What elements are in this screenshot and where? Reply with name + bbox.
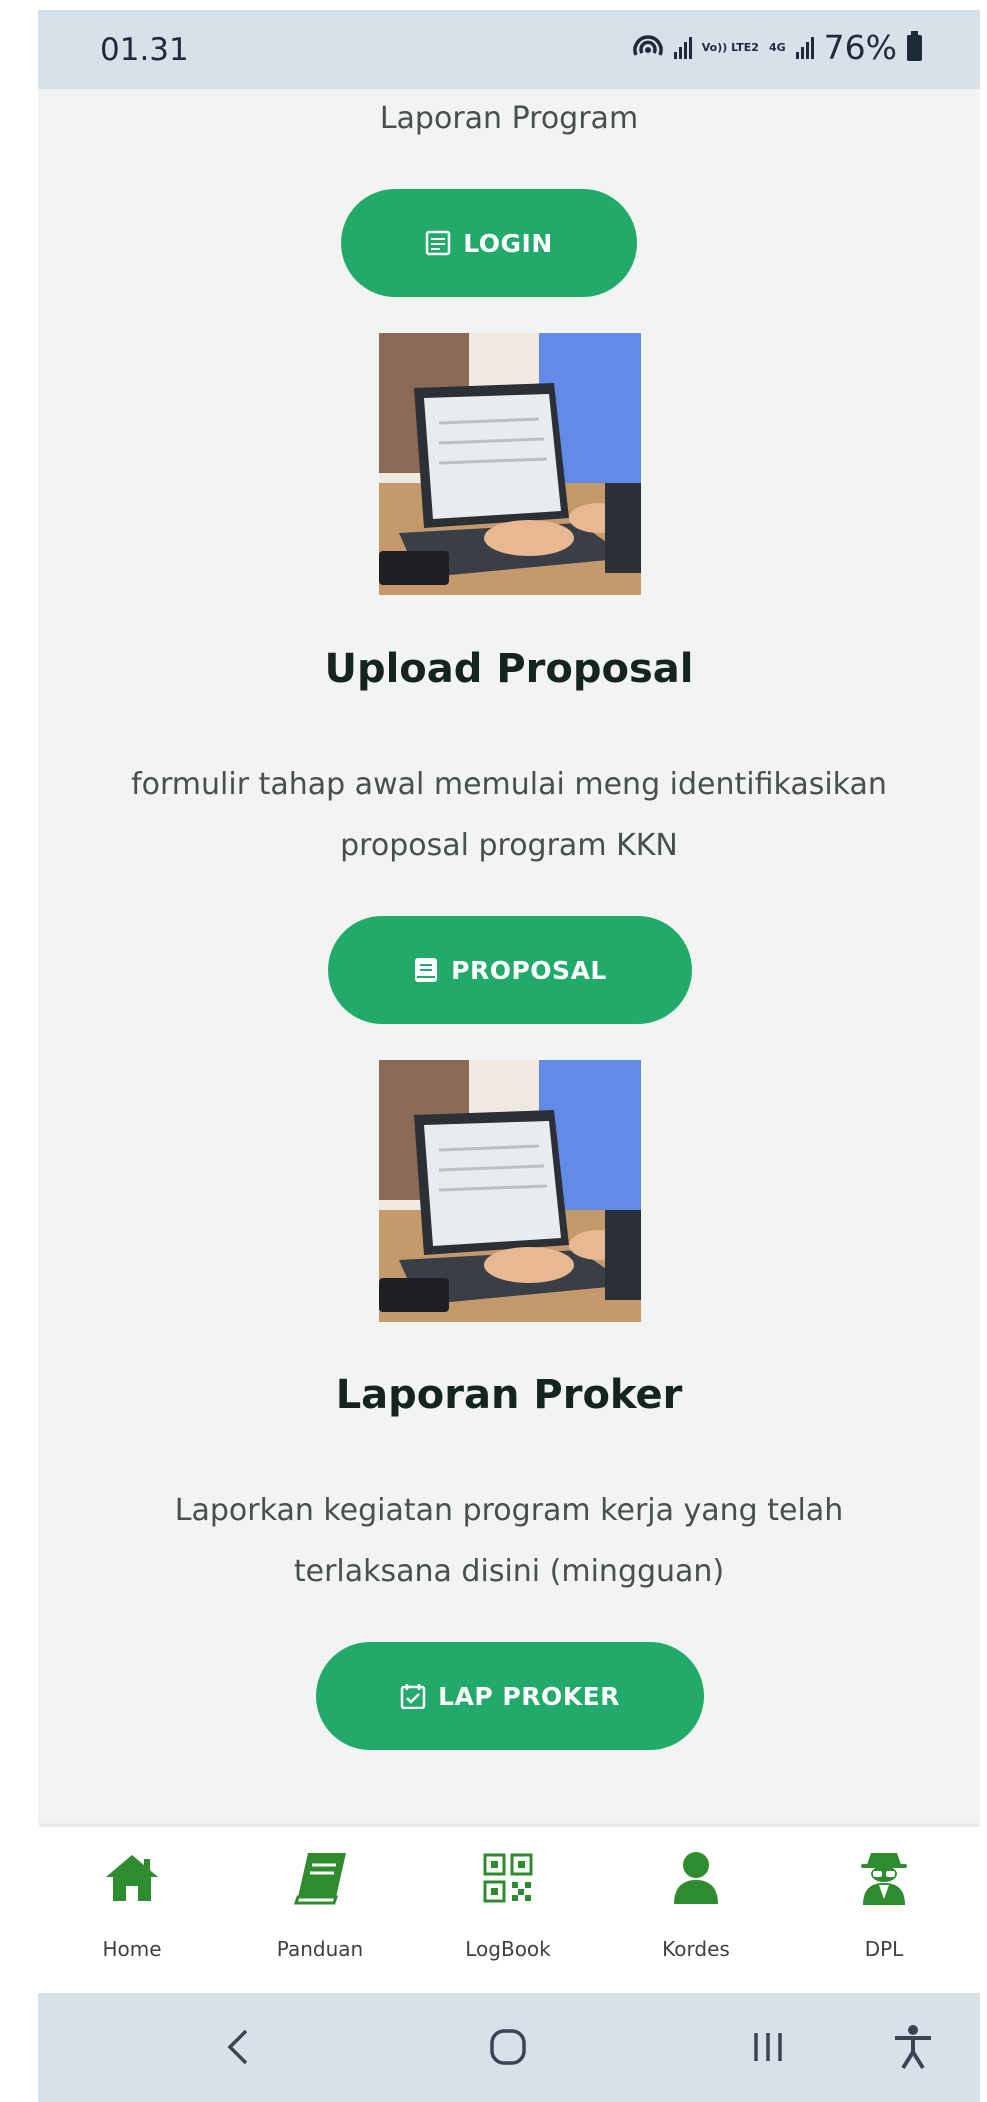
book-icon: [293, 1853, 346, 1905]
nav-home[interactable]: Home: [38, 1827, 226, 1993]
bottom-navigation: Home Panduan LogBook Kordes DPL: [38, 1827, 980, 1993]
login-button-label: LOGIN: [463, 228, 553, 258]
nav-logbook[interactable]: LogBook: [414, 1827, 602, 1993]
laptop-photo: [379, 333, 641, 595]
home-system-button[interactable]: [478, 2017, 538, 2077]
upload-proposal-description: formulir tahap awal memulai meng identif…: [78, 754, 940, 876]
system-nav-bar: [38, 1993, 980, 2102]
accessibility-icon: [895, 2025, 931, 2070]
laporan-proker-title: Laporan Proker: [335, 1372, 683, 1418]
laporan-proker-description: Laporkan kegiatan program kerja yang tel…: [78, 1480, 940, 1602]
nav-logbook-label: LogBook: [465, 1937, 551, 1961]
status-time: 01.31: [100, 32, 189, 68]
laporan-proker-desc-line2: terlaksana disini (mingguan): [293, 1554, 725, 1589]
nav-home-label: Home: [102, 1937, 162, 1961]
laptop-photo-2: [379, 1060, 641, 1322]
nav-panduan-label: Panduan: [276, 1937, 364, 1961]
volte-indicator: Vo)) LTE2: [701, 41, 759, 54]
upload-proposal-desc-line1: formulir tahap awal memulai meng identif…: [131, 767, 887, 802]
signal-icon-2: [795, 36, 814, 59]
lap-proker-button[interactable]: LAP PROKER: [316, 1642, 704, 1750]
status-icons: Vo)) LTE2 4G 76%: [632, 28, 922, 67]
laporan-proker-desc-line1: Laporkan kegiatan program kerja yang tel…: [174, 1493, 844, 1528]
phone-screen: 01.31 Vo)) LTE2 4G 76% Laporan Program L…: [38, 10, 980, 2102]
user-secret-icon: [861, 1853, 907, 1905]
lap-proker-button-label: LAP PROKER: [438, 1681, 620, 1711]
signal-icon: [673, 36, 692, 59]
nav-panduan[interactable]: Panduan: [226, 1827, 414, 1993]
status-bar: 01.31 Vo)) LTE2 4G 76%: [38, 10, 980, 89]
nav-dpl-label: DPL: [864, 1937, 904, 1961]
proposal-button[interactable]: PROPOSAL: [328, 916, 692, 1024]
accessibility-button[interactable]: [883, 2017, 943, 2077]
nav-kordes[interactable]: Kordes: [602, 1827, 790, 1993]
qr-code-icon: [483, 1853, 533, 1903]
login-button[interactable]: LOGIN: [341, 189, 637, 297]
network-type: 4G: [768, 41, 786, 54]
recent-apps-icon: [754, 2033, 782, 2061]
recent-apps-button[interactable]: [738, 2017, 798, 2077]
proposal-button-label: PROPOSAL: [451, 955, 607, 985]
home-icon: [106, 1855, 158, 1901]
form-icon: [425, 230, 451, 256]
battery-percent: 76%: [823, 28, 897, 67]
upload-proposal-desc-line2: proposal program KKN: [340, 828, 678, 863]
nav-kordes-label: Kordes: [662, 1937, 730, 1961]
back-button[interactable]: [208, 2017, 268, 2077]
nav-dpl[interactable]: DPL: [790, 1827, 978, 1993]
program-report-text: Laporan Program: [379, 101, 639, 136]
book-icon: [415, 958, 438, 982]
back-chevron-icon: [227, 2029, 248, 2065]
calendar-check-icon: [400, 1684, 426, 1709]
user-icon: [674, 1852, 718, 1904]
battery-icon: [907, 30, 922, 61]
hotspot-icon: [632, 34, 663, 56]
home-circle-icon: [490, 2029, 526, 2065]
upload-proposal-title: Upload Proposal: [324, 646, 694, 692]
